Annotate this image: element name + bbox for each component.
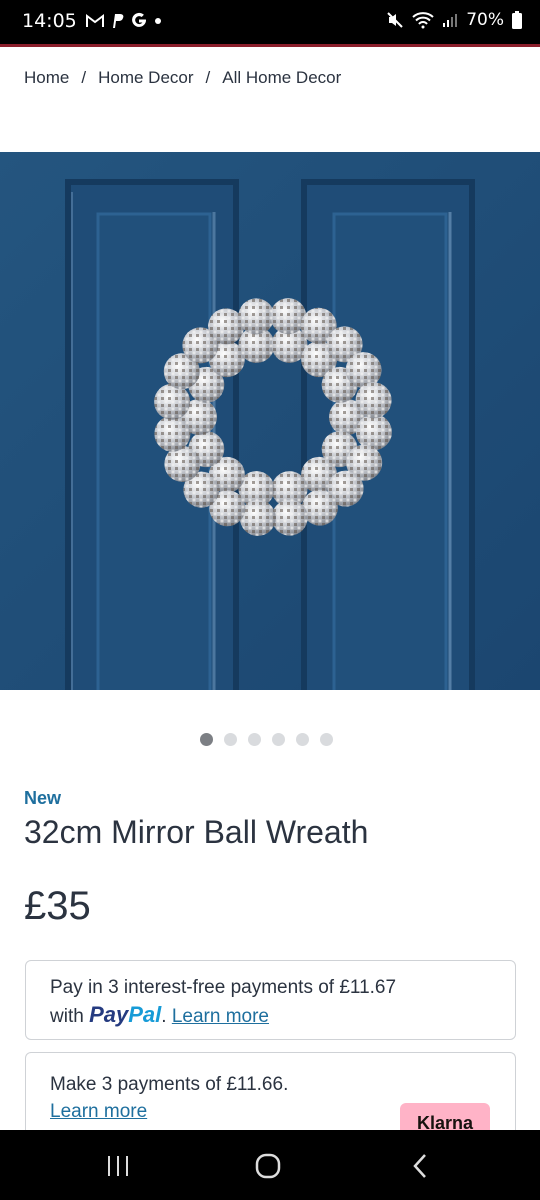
carousel-dot[interactable] (223, 733, 237, 746)
breadcrumb-home[interactable]: Home (24, 68, 69, 88)
carousel-dot[interactable] (199, 733, 213, 746)
breadcrumb-home-decor[interactable]: Home Decor (98, 68, 193, 88)
mirror-ball-facets (154, 415, 191, 452)
signal-icon (443, 14, 458, 27)
recent-apps-icon (108, 1156, 128, 1176)
mute-icon (387, 12, 403, 28)
battery-percent: 70% (466, 10, 504, 30)
carousel-dot[interactable] (295, 733, 309, 746)
paypal-offer-text: Pay in 3 interest-free payments of £11.6… (50, 977, 397, 998)
android-nav-bar (0, 1130, 540, 1200)
new-badge: New (24, 788, 62, 808)
dot-icon (155, 18, 161, 24)
notification-icons (86, 12, 162, 30)
breadcrumb-separator: / (81, 68, 87, 87)
home-icon (255, 1153, 281, 1179)
carousel-dots (0, 733, 540, 746)
back-icon (413, 1154, 426, 1178)
mirror-ball-facets (154, 383, 191, 420)
status-right: 70% (386, 10, 522, 30)
product-price: £35 (24, 884, 91, 928)
paypal-logo: PayPal (89, 1002, 162, 1027)
paypal-with-text: with (50, 1006, 84, 1027)
mirror-ball-facets (270, 298, 307, 335)
status-time: 14:05 (22, 10, 77, 32)
carousel-dot[interactable] (247, 733, 261, 746)
header-accent-line (0, 44, 540, 47)
mirror-ball-facets (355, 382, 392, 419)
klarna-logo: Klarna (400, 1103, 490, 1132)
back-button[interactable] (400, 1150, 440, 1182)
paypal-offer-line2: with PayPal. Learn more (50, 1002, 269, 1027)
mirror-ball-facets (239, 499, 276, 536)
battery-icon (512, 11, 522, 29)
mirror-ball-facets (355, 414, 392, 451)
paypal-icon (113, 14, 124, 28)
mirror-ball-facets (271, 499, 308, 536)
recent-apps-button[interactable] (98, 1150, 138, 1182)
status-bar: 14:05 70% (0, 0, 540, 44)
gmail-icon (86, 14, 104, 27)
mirror-ball-facets (238, 298, 275, 335)
home-button[interactable] (248, 1150, 288, 1182)
klarna-offer-text: Make 3 payments of £11.66. (50, 1074, 289, 1095)
carousel-dot[interactable] (319, 733, 333, 746)
product-image[interactable] (0, 152, 540, 690)
paypal-learn-more-link[interactable]: Learn more (172, 1006, 269, 1027)
wifi-icon (412, 12, 434, 29)
klarna-card: Make 3 payments of £11.66. Learn more Kl… (25, 1052, 516, 1132)
carousel-dot[interactable] (271, 733, 285, 746)
product-title: 32cm Mirror Ball Wreath (24, 814, 369, 850)
wreath-on-door-image (0, 152, 540, 690)
paypal-pay-in-3-card: Pay in 3 interest-free payments of £11.6… (25, 960, 516, 1040)
klarna-learn-more-link[interactable]: Learn more (50, 1101, 147, 1122)
breadcrumb-separator: / (205, 68, 211, 87)
breadcrumb: Home / Home Decor / All Home Decor (24, 68, 341, 88)
google-icon (132, 12, 146, 27)
breadcrumb-all-home-decor[interactable]: All Home Decor (222, 68, 341, 88)
